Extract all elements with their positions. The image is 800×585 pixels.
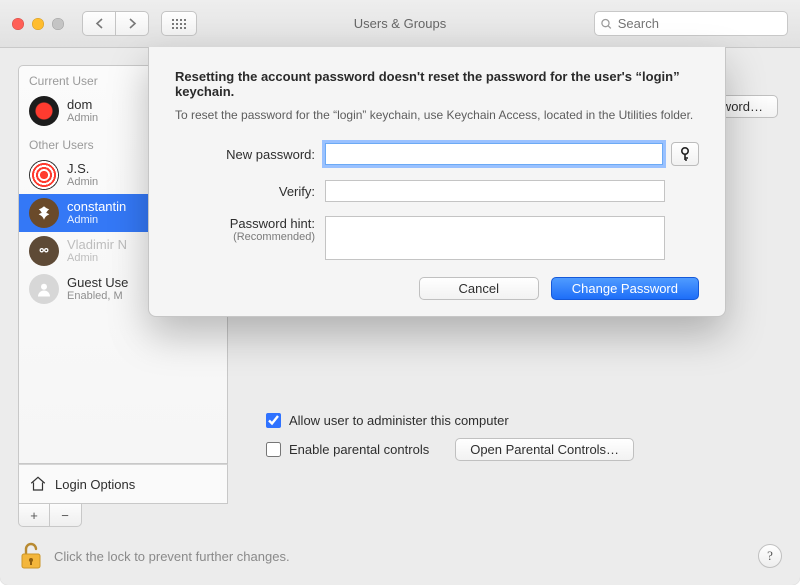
titlebar: Users & Groups — [0, 0, 800, 48]
nav-back-forward — [82, 11, 149, 36]
cancel-button[interactable]: Cancel — [419, 277, 539, 300]
hint-label: Password hint: (Recommended) — [175, 216, 325, 243]
user-options: Allow user to administer this computer E… — [266, 413, 782, 461]
zoom-window-button[interactable] — [52, 18, 64, 30]
sheet-button-row: Cancel Change Password — [175, 277, 699, 300]
user-role: Enabled, M — [67, 290, 128, 303]
footer: Click the lock to prevent further change… — [18, 541, 782, 571]
user-role: Admin — [67, 214, 126, 227]
avatar-icon — [29, 198, 59, 228]
help-button[interactable]: ? — [758, 544, 782, 568]
hint-row: Password hint: (Recommended) — [175, 216, 699, 263]
reset-password-sheet: Resetting the account password doesn't r… — [148, 47, 726, 317]
traffic-lights — [12, 18, 64, 30]
new-password-input[interactable] — [325, 143, 663, 165]
change-password-confirm-button[interactable]: Change Password — [551, 277, 699, 300]
add-remove-bar: + − — [18, 504, 82, 527]
unlock-icon[interactable] — [18, 541, 44, 571]
login-options-row[interactable]: Login Options — [18, 464, 228, 504]
user-name: Vladimir N — [67, 237, 127, 253]
avatar-icon — [29, 160, 59, 190]
forward-button[interactable] — [115, 11, 149, 36]
user-role: Admin — [67, 252, 127, 265]
avatar-icon — [29, 236, 59, 266]
user-role: Admin — [67, 176, 98, 189]
home-icon — [29, 475, 47, 493]
allow-admin-checkbox-row[interactable]: Allow user to administer this computer — [266, 413, 782, 428]
owl-icon — [35, 242, 53, 260]
user-name: dom — [67, 97, 98, 113]
password-assistant-button[interactable] — [671, 142, 699, 166]
sheet-explanation: To reset the password for the “login” ke… — [175, 107, 699, 124]
enable-parental-checkbox[interactable] — [266, 442, 281, 457]
allow-admin-label: Allow user to administer this computer — [289, 413, 509, 428]
open-parental-button[interactable]: Open Parental Controls… — [455, 438, 634, 461]
verify-label: Verify: — [175, 184, 325, 199]
verify-row: Verify: — [175, 180, 699, 202]
avatar-icon — [29, 96, 59, 126]
search-field[interactable] — [594, 11, 788, 36]
show-all-prefs-button[interactable] — [161, 11, 197, 36]
eagle-icon — [35, 204, 53, 222]
guest-icon — [35, 280, 53, 298]
user-name: J.S. — [67, 161, 98, 177]
new-password-label: New password: — [175, 147, 325, 162]
search-input[interactable] — [616, 15, 781, 32]
enable-parental-label: Enable parental controls — [289, 442, 429, 457]
user-role: Admin — [67, 112, 98, 125]
user-name: Guest Use — [67, 275, 128, 291]
verify-input[interactable] — [325, 180, 665, 202]
key-icon — [679, 147, 691, 161]
allow-admin-checkbox[interactable] — [266, 413, 281, 428]
new-password-row: New password: — [175, 142, 699, 166]
back-button[interactable] — [82, 11, 115, 36]
parental-controls-row: Enable parental controls Open Parental C… — [266, 438, 782, 461]
lock-hint-text: Click the lock to prevent further change… — [54, 549, 290, 564]
minimize-window-button[interactable] — [32, 18, 44, 30]
add-user-button[interactable]: + — [19, 504, 50, 526]
search-icon — [601, 18, 612, 30]
login-options-label: Login Options — [55, 477, 135, 492]
close-window-button[interactable] — [12, 18, 24, 30]
hint-input[interactable] — [325, 216, 665, 260]
user-name: constantin — [67, 199, 126, 215]
sheet-heading: Resetting the account password doesn't r… — [175, 69, 699, 99]
avatar-icon — [29, 274, 59, 304]
remove-user-button[interactable]: − — [50, 504, 80, 526]
